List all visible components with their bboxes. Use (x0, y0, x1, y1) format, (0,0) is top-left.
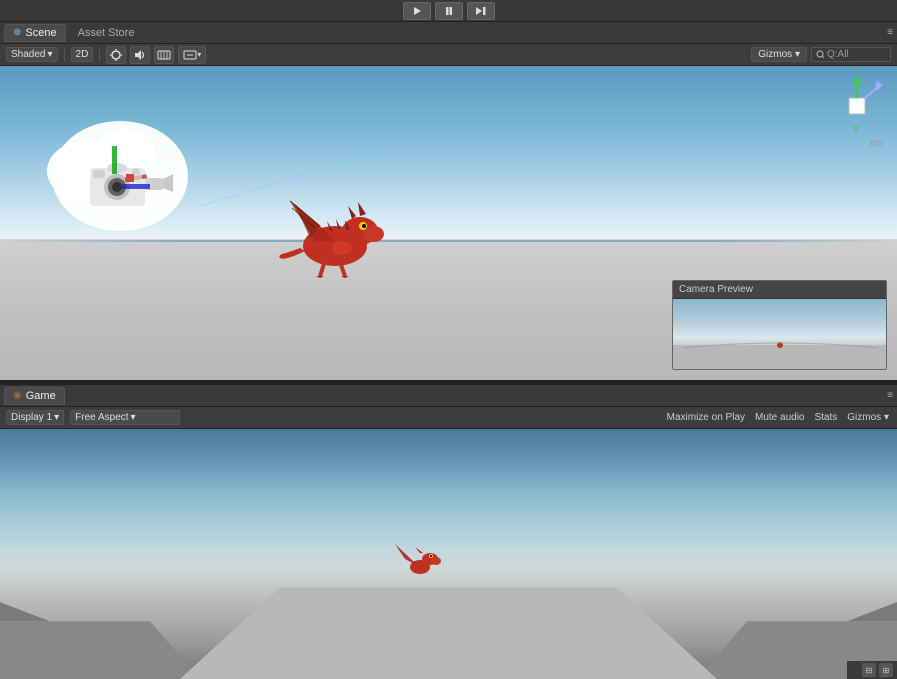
game-gizmos-button[interactable]: Gizmos ▾ (845, 411, 891, 424)
camera-preview-header: Camera Preview (673, 281, 886, 299)
effects-toggle[interactable] (154, 46, 174, 64)
game-tab-icon: ◉ (13, 390, 22, 401)
scene-tab[interactable]: ⊕ Scene (4, 24, 66, 42)
display-select[interactable]: Display 1 ▾ (6, 410, 64, 425)
scene-toolbar: Shaded ▾ 2D (0, 44, 897, 66)
play-button[interactable] (403, 2, 431, 20)
mute-button[interactable]: Mute audio (753, 411, 806, 424)
display-arrow: ▾ (54, 412, 59, 423)
game-gizmos-label: Gizmos (847, 412, 881, 423)
toolbar-sep-2 (99, 48, 100, 62)
step-button[interactable] (467, 2, 495, 20)
game-dragon (395, 539, 435, 579)
game-tab[interactable]: ◉ Game (4, 387, 65, 405)
iso-text: Iso (870, 138, 883, 149)
display-label: Display 1 (11, 412, 52, 423)
gizmos-arrow: ▾ (795, 49, 800, 60)
scene-tab-label: Scene (25, 27, 56, 39)
svg-text:Z: Z (875, 80, 881, 90)
aspect-select[interactable]: Free Aspect ▾ (70, 410, 180, 425)
game-toolbar-right: Maximize on Play Mute audio Stats Gizmos… (665, 411, 891, 424)
game-tab-label: Game (26, 390, 56, 402)
game-gizmos-arrow: ▾ (884, 412, 889, 423)
camera-widget (30, 96, 185, 226)
search-label: Q:All (827, 49, 849, 60)
shading-label: Shaded (11, 49, 45, 60)
toolbar-sep-1 (64, 48, 65, 62)
camera-preview-panel: Camera Preview (672, 280, 887, 370)
dragon-character (270, 186, 400, 286)
game-panel-menu-icon[interactable]: ≡ (887, 390, 893, 401)
main-container: ⊕ Scene Asset Store ≡ Shaded ▾ 2D (0, 22, 897, 679)
gizmos-label: Gizmos (758, 49, 792, 60)
bottom-icon-1[interactable]: ⊟ (862, 663, 876, 677)
game-toolbar: Display 1 ▾ Free Aspect ▾ Maximize on Pl… (0, 407, 897, 429)
gizmos-button[interactable]: Gizmos ▾ (751, 47, 807, 62)
scene-search[interactable]: Q:All (811, 47, 891, 62)
mode-2d-label: 2D (76, 49, 89, 60)
game-viewport: ⊟ ⊞ (0, 429, 897, 679)
aspect-label: Free Aspect (75, 412, 128, 423)
game-panel: ◉ Game ≡ Display 1 ▾ Free Aspect ▾ Maxim… (0, 385, 897, 679)
camera-preview-viewport (673, 299, 886, 369)
game-tab-bar: ◉ Game ≡ (0, 385, 897, 407)
scene-tab-bar: ⊕ Scene Asset Store ≡ (0, 22, 897, 44)
camera-preview-title: Camera Preview (679, 284, 753, 295)
scene-tab-icon: ⊕ (13, 27, 21, 38)
bottom-icon-2[interactable]: ⊞ (879, 663, 893, 677)
svg-text:Y: Y (853, 124, 859, 134)
scene-panel: ⊕ Scene Asset Store ≡ Shaded ▾ 2D (0, 22, 897, 382)
pause-button[interactable] (435, 2, 463, 20)
iso-label: Iso (870, 138, 883, 149)
asset-store-tab[interactable]: Asset Store (70, 25, 143, 41)
lighting-toggle[interactable] (106, 46, 126, 64)
mode-2d-button[interactable]: 2D (71, 47, 94, 62)
hidden-toggle[interactable]: ▾ (178, 46, 206, 64)
stats-button[interactable]: Stats (812, 411, 839, 424)
scene-viewport: Y Z Iso Camera Preview (0, 66, 897, 380)
aspect-arrow: ▾ (131, 412, 136, 423)
shading-dropdown[interactable]: Shaded ▾ (6, 47, 58, 62)
shading-arrow: ▾ (47, 49, 52, 60)
scene-horizon (0, 240, 897, 242)
audio-toggle[interactable] (130, 46, 150, 64)
asset-store-tab-label: Asset Store (78, 27, 135, 39)
game-terrain (0, 429, 897, 679)
axes-gizmo: Y Z (827, 76, 887, 136)
maximize-button[interactable]: Maximize on Play (665, 411, 747, 424)
bottom-status-bar: ⊟ ⊞ (847, 661, 897, 679)
scene-panel-menu-icon[interactable]: ≡ (887, 27, 893, 38)
top-toolbar (0, 0, 897, 22)
